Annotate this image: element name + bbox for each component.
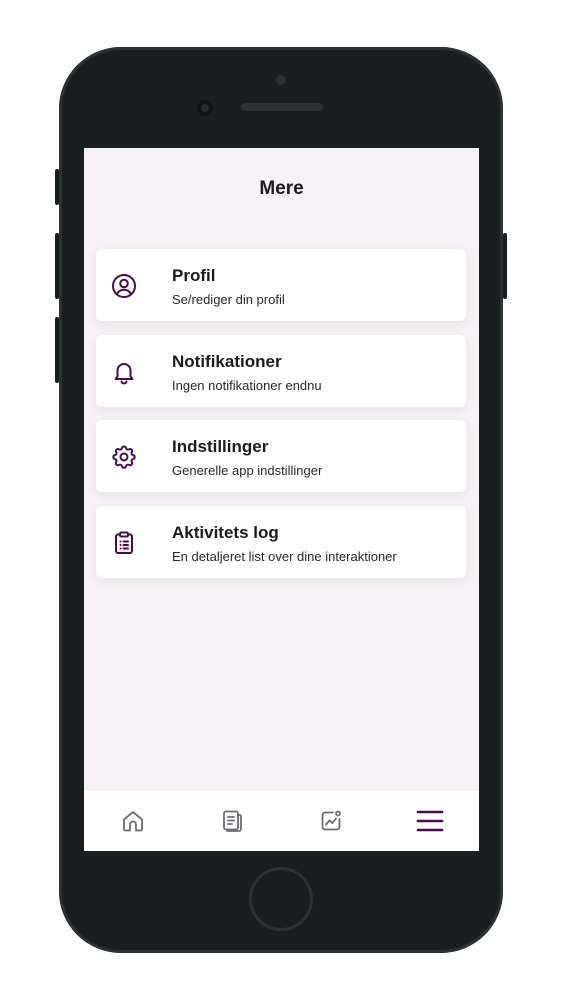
app-screen: Mere Profil Se/rediger din profil Notifi…	[84, 148, 479, 851]
bottom-tab-bar	[84, 791, 479, 851]
menu-item-subtitle: En detaljeret list over dine interaktion…	[172, 548, 397, 564]
menu-item-profil[interactable]: Profil Se/rediger din profil	[96, 249, 466, 321]
tab-more[interactable]	[380, 791, 479, 851]
menu-item-title: Aktivitets log	[172, 522, 279, 542]
document-icon	[219, 808, 245, 834]
menu-item-subtitle: Ingen notifikationer endnu	[172, 377, 322, 393]
proximity-sensor	[276, 75, 286, 85]
power-button	[503, 233, 507, 299]
tab-home[interactable]	[84, 791, 183, 851]
menu-item-aktivitets-log[interactable]: Aktivitets log En detaljeret list over d…	[96, 505, 466, 578]
earpiece-speaker	[241, 103, 323, 111]
menu-item-subtitle: Generelle app indstillinger	[172, 463, 323, 478]
more-menu-list: Profil Se/rediger din profil Notifikatio…	[96, 249, 466, 591]
page-title: Mere	[259, 178, 304, 199]
home-icon	[120, 808, 146, 834]
hamburger-menu-icon	[416, 809, 444, 833]
activity-chart-icon	[318, 808, 344, 834]
volume-down-button	[55, 317, 59, 383]
home-button[interactable]	[249, 867, 313, 931]
bell-icon	[110, 358, 138, 386]
menu-item-subtitle: Se/rediger din profil	[172, 292, 285, 307]
volume-up-button	[55, 233, 59, 299]
gear-icon	[110, 443, 138, 471]
menu-item-title: Notifikationer	[172, 351, 282, 371]
menu-item-title: Indstillinger	[172, 437, 269, 456]
front-camera	[197, 100, 213, 116]
menu-item-indstillinger[interactable]: Indstillinger Generelle app indstillinge…	[96, 420, 466, 492]
menu-item-notifikationer[interactable]: Notifikationer Ingen notifikationer endn…	[96, 334, 466, 407]
mute-switch	[55, 169, 59, 205]
menu-item-title: Profil	[172, 266, 216, 285]
clipboard-list-icon	[110, 529, 138, 557]
tab-documents[interactable]	[183, 791, 282, 851]
user-circle-icon	[110, 272, 138, 300]
tab-activity[interactable]	[282, 791, 381, 851]
